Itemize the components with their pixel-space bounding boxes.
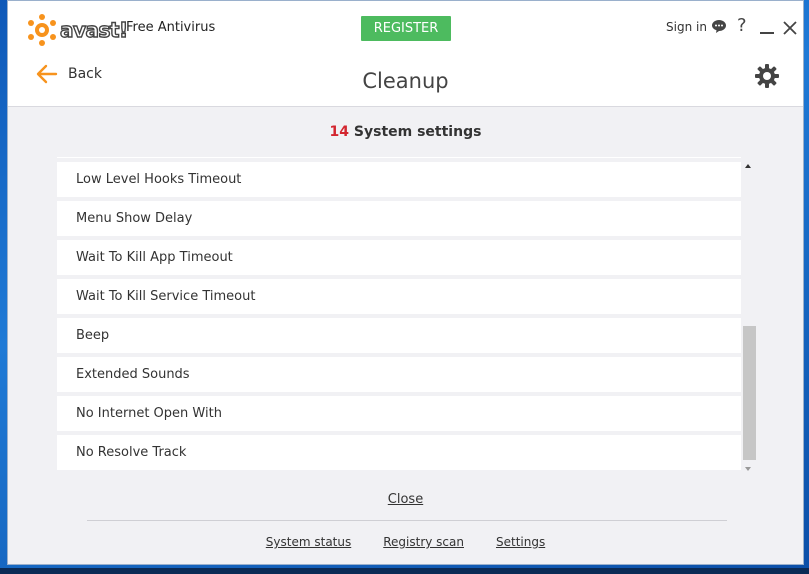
settings-count-label: System settings (353, 124, 482, 140)
settings-count: 14 (329, 124, 350, 140)
list-item[interactable]: Wait To Kill Service Timeout (57, 279, 741, 314)
list-item[interactable]: No Resolve Track (57, 435, 741, 470)
scroll-down-arrow-icon[interactable] (745, 467, 751, 471)
scroll-thumb[interactable] (743, 326, 756, 460)
avast-window: avast! Free Antivirus REGISTER Sign in ?… (7, 0, 804, 565)
list-item[interactable]: Menu Show Delay (57, 201, 741, 236)
footer-links: System status Registry scan Settings (8, 535, 803, 549)
avast-logo-icon (28, 14, 56, 46)
close-link[interactable]: Close (8, 492, 803, 507)
close-window-icon[interactable] (783, 21, 797, 35)
register-button[interactable]: REGISTER (361, 16, 451, 41)
settings-list: Low Level Hooks Timeout Menu Show Delay … (57, 157, 741, 474)
sign-in-link[interactable]: Sign in (666, 20, 707, 34)
header: avast! Free Antivirus REGISTER Sign in ?… (8, 1, 803, 107)
registry-scan-link[interactable]: Registry scan (383, 535, 464, 549)
list-item[interactable]: No Internet Open With (57, 396, 741, 431)
product-name: Free Antivirus (126, 20, 216, 35)
settings-list-viewport: Low Level Hooks Timeout Menu Show Delay … (57, 157, 741, 475)
chat-icon[interactable] (711, 19, 727, 34)
list-item[interactable] (57, 157, 741, 158)
system-status-link[interactable]: System status (266, 535, 351, 549)
settings-count-heading: 14 System settings (8, 124, 803, 140)
list-item[interactable]: Wait To Kill App Timeout (57, 240, 741, 275)
settings-link[interactable]: Settings (496, 535, 545, 549)
footer-divider (87, 520, 727, 521)
list-item[interactable]: Low Level Hooks Timeout (57, 162, 741, 197)
avast-logo: avast! (26, 14, 129, 46)
list-item[interactable]: Beep (57, 318, 741, 353)
list-item[interactable]: Extended Sounds (57, 357, 741, 392)
page-title: Cleanup (362, 69, 449, 93)
minimize-icon[interactable] (760, 32, 774, 34)
brand-name: avast! (59, 17, 129, 42)
gear-icon[interactable] (754, 63, 780, 89)
taskbar (0, 568, 809, 574)
help-icon[interactable]: ? (737, 15, 747, 36)
scroll-up-arrow-icon[interactable] (745, 164, 751, 168)
list-scrollbar[interactable] (743, 157, 757, 475)
